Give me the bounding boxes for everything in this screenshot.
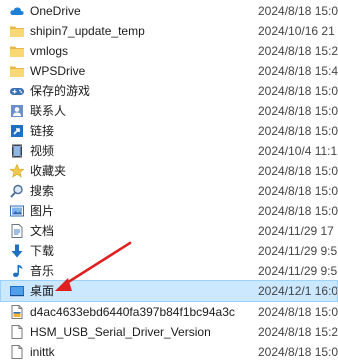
file-name: HSM_USB_Serial_Driver_Version — [30, 325, 211, 339]
file-name: 链接 — [30, 124, 55, 138]
file-name: 联系人 — [30, 104, 67, 118]
file-icon — [9, 304, 25, 320]
file-date: 2024/10/4 11:1 — [258, 144, 338, 158]
file-date: 2024/8/18 15:0 — [258, 164, 338, 178]
contacts-icon — [9, 103, 25, 119]
file-date: 2024/8/18 15:0 — [258, 345, 338, 359]
downloads-icon — [9, 243, 25, 259]
desktop-icon — [9, 283, 25, 299]
file-date: 2024/8/18 15:0 — [258, 104, 338, 118]
file-date: 2024/8/18 15:0 — [258, 124, 338, 138]
search-icon — [9, 183, 25, 199]
file-row-documents[interactable]: 文档 2024/11/29 17 — [0, 220, 338, 242]
file-name: shipin7_update_temp — [30, 24, 145, 38]
file-name: 图片 — [30, 204, 55, 218]
pictures-icon — [9, 203, 25, 219]
file-name: inittk — [30, 345, 55, 359]
file-name: OneDrive — [30, 4, 81, 18]
file-date: 2024/8/18 15:4 — [258, 64, 338, 78]
file-row-videos[interactable]: 视频 2024/10/4 11:1 — [0, 140, 338, 162]
file-row-vmlogs[interactable]: vmlogs 2024/8/18 15:2 — [0, 40, 338, 62]
file-icon — [9, 344, 25, 360]
file-date: 2024/8/18 15:0 — [258, 4, 338, 18]
saved-games-icon — [9, 83, 25, 99]
file-name: 文档 — [30, 224, 55, 238]
file-row-inittk[interactable]: inittk 2024/8/18 15:0 — [0, 341, 338, 363]
file-name: d4ac4633ebd6440fa397b84f1bc94a3c — [30, 305, 235, 319]
file-row-wpsdrive[interactable]: WPSDrive 2024/8/18 15:4 — [0, 60, 338, 82]
folder-icon — [9, 43, 25, 59]
file-date: 2024/8/18 15:0 — [258, 184, 338, 198]
file-date: 2024/12/1 16:0 — [258, 284, 337, 298]
file-icon — [9, 324, 25, 340]
file-date: 2024/11/29 17 — [258, 224, 334, 238]
file-name: 保存的游戏 — [30, 84, 91, 98]
links-icon — [9, 123, 25, 139]
file-date: 2024/8/18 15:0 — [258, 204, 338, 218]
file-name: 搜索 — [30, 184, 55, 198]
file-row-downloads[interactable]: 下载 2024/11/29 9:5 — [0, 240, 338, 262]
file-date: 2024/8/18 15:2 — [258, 44, 338, 58]
file-date: 2024/8/18 15:0 — [258, 305, 338, 319]
cloud-icon — [9, 3, 25, 19]
file-row-pictures[interactable]: 图片 2024/8/18 15:0 — [0, 200, 338, 222]
file-row-contacts[interactable]: 联系人 2024/8/18 15:0 — [0, 100, 338, 122]
file-name: 音乐 — [30, 264, 55, 278]
file-name: 桌面 — [30, 284, 55, 298]
file-name: 下载 — [30, 244, 55, 258]
file-date: 2024/8/18 15:2 — [258, 325, 338, 339]
favorites-star-icon — [9, 163, 25, 179]
file-name: vmlogs — [30, 44, 69, 58]
file-row-d4ac4633[interactable]: d4ac4633ebd6440fa397b84f1bc94a3c 2024/8/… — [0, 301, 338, 323]
folder-icon — [9, 23, 25, 39]
music-icon — [9, 263, 25, 279]
file-row-favorites[interactable]: 收藏夹 2024/8/18 15:0 — [0, 160, 338, 182]
file-list: OneDrive 2024/8/18 15:0 shipin7_update_t… — [0, 0, 338, 363]
file-row-desktop[interactable]: 桌面 2024/12/1 16:0 — [0, 280, 338, 302]
file-row-onedrive[interactable]: OneDrive 2024/8/18 15:0 — [0, 0, 338, 22]
file-row-links[interactable]: 链接 2024/8/18 15:0 — [0, 120, 338, 142]
documents-icon — [9, 223, 25, 239]
file-row-shipin7-update-temp[interactable]: shipin7_update_temp 2024/10/16 21 — [0, 20, 338, 42]
folder-icon — [9, 63, 25, 79]
file-date: 2024/8/18 15:0 — [258, 84, 338, 98]
file-row-music[interactable]: 音乐 2024/11/29 9:5 — [0, 260, 338, 282]
file-date: 2024/11/29 9:5 — [258, 244, 338, 258]
file-row-saved-games[interactable]: 保存的游戏 2024/8/18 15:0 — [0, 80, 338, 102]
file-name: WPSDrive — [30, 64, 86, 78]
file-date: 2024/10/16 21 — [258, 24, 335, 38]
file-row-search[interactable]: 搜索 2024/8/18 15:0 — [0, 180, 338, 202]
file-row-hsm-usb-serial-driver-version[interactable]: HSM_USB_Serial_Driver_Version 2024/8/18 … — [0, 321, 338, 343]
file-date: 2024/11/29 9:5 — [258, 264, 338, 278]
videos-icon — [9, 143, 25, 159]
file-name: 收藏夹 — [30, 164, 67, 178]
file-name: 视频 — [30, 144, 55, 158]
